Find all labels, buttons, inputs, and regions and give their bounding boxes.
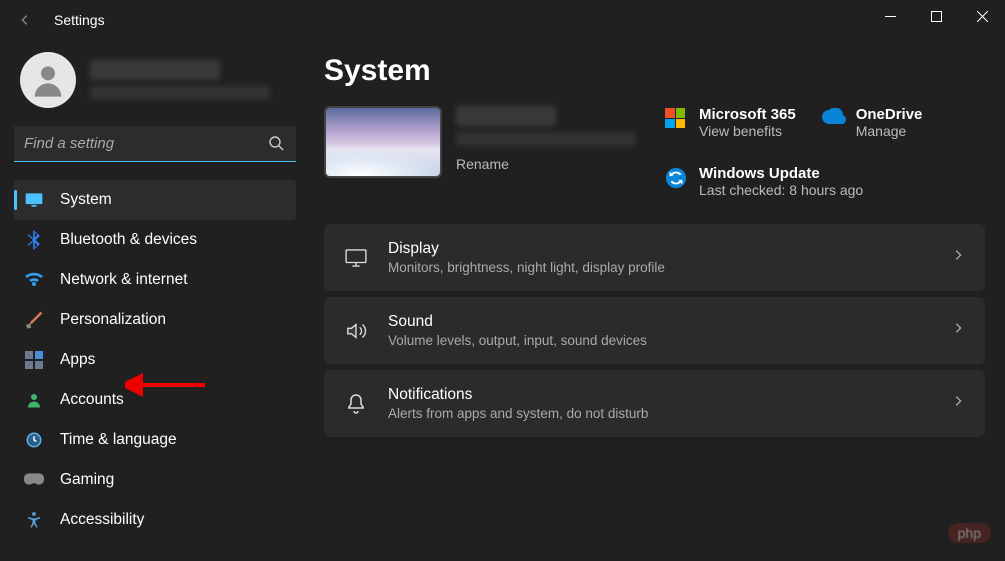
tile-title: Windows Update: [699, 165, 863, 182]
window-title: Settings: [54, 12, 105, 28]
card-desc: Volume levels, output, input, sound devi…: [388, 333, 931, 348]
display-icon: [344, 249, 368, 267]
maximize-button[interactable]: [913, 0, 959, 32]
person-icon: [24, 390, 44, 410]
sidebar-item-network[interactable]: Network & internet: [14, 260, 296, 300]
sidebar-item-gaming[interactable]: Gaming: [14, 460, 296, 500]
chevron-right-icon: [951, 321, 965, 340]
tile-subtitle: Manage: [856, 123, 923, 139]
sound-icon: [344, 321, 368, 341]
sidebar-item-label: Network & internet: [60, 271, 188, 289]
sidebar-item-system[interactable]: System: [14, 180, 296, 220]
tile-onedrive[interactable]: OneDrive Manage: [822, 106, 923, 139]
tile-title: OneDrive: [856, 106, 923, 123]
card-title: Sound: [388, 313, 931, 331]
monitor-icon: [24, 190, 44, 210]
chevron-right-icon: [951, 248, 965, 267]
gamepad-icon: [24, 470, 44, 490]
account-header[interactable]: [14, 40, 296, 126]
sidebar-item-label: Accessibility: [60, 511, 144, 529]
sidebar-item-label: Personalization: [60, 311, 166, 329]
sidebar: System Bluetooth & devices Network & int…: [0, 40, 310, 561]
account-email-redacted: [90, 86, 270, 100]
pc-name-redacted: [456, 106, 556, 126]
card-sound[interactable]: Sound Volume levels, output, input, soun…: [324, 297, 985, 364]
brush-icon: [24, 310, 44, 330]
apps-icon: [24, 350, 44, 370]
window-controls: [867, 0, 1005, 32]
search-input[interactable]: [14, 126, 296, 162]
minimize-button[interactable]: [867, 0, 913, 32]
sidebar-item-apps[interactable]: Apps: [14, 340, 296, 380]
sidebar-item-label: Accounts: [60, 391, 124, 409]
sidebar-item-time[interactable]: Time & language: [14, 420, 296, 460]
card-notifications[interactable]: Notifications Alerts from apps and syste…: [324, 370, 985, 437]
card-display[interactable]: Display Monitors, brightness, night ligh…: [324, 224, 985, 291]
rename-link[interactable]: Rename: [456, 156, 636, 172]
tile-subtitle: Last checked: 8 hours ago: [699, 182, 863, 198]
back-icon[interactable]: [18, 13, 36, 27]
update-icon: [665, 167, 687, 189]
titlebar: Settings: [0, 0, 1005, 40]
bluetooth-icon: [24, 230, 44, 250]
main-content: System Rename Microsoft 365 View b: [310, 40, 1005, 561]
sidebar-item-label: System: [60, 191, 112, 209]
nav-list: System Bluetooth & devices Network & int…: [14, 180, 296, 540]
bell-icon: [344, 393, 368, 415]
sidebar-item-bluetooth[interactable]: Bluetooth & devices: [14, 220, 296, 260]
card-desc: Monitors, brightness, night light, displ…: [388, 260, 931, 275]
chevron-right-icon: [951, 394, 965, 413]
sidebar-item-personalization[interactable]: Personalization: [14, 300, 296, 340]
page-title: System: [324, 54, 985, 88]
clock-icon: [24, 430, 44, 450]
tile-windows-update[interactable]: Windows Update Last checked: 8 hours ago: [665, 165, 945, 198]
watermark-badge: php: [948, 523, 991, 543]
sidebar-item-label: Gaming: [60, 471, 114, 489]
sidebar-item-label: Apps: [60, 351, 95, 369]
tile-title: Microsoft 365: [699, 106, 796, 123]
close-button[interactable]: [959, 0, 1005, 32]
wifi-icon: [24, 270, 44, 290]
accessibility-icon: [24, 510, 44, 530]
card-title: Display: [388, 240, 931, 258]
card-desc: Alerts from apps and system, do not dist…: [388, 406, 931, 421]
microsoft-logo-icon: [665, 108, 687, 130]
sidebar-item-accounts[interactable]: Accounts: [14, 380, 296, 420]
sidebar-item-label: Time & language: [60, 431, 177, 449]
desktop-thumbnail: [324, 106, 442, 178]
search-icon: [268, 135, 284, 156]
tile-microsoft365[interactable]: Microsoft 365 View benefits: [665, 106, 796, 139]
pc-card: Rename: [324, 106, 645, 178]
tile-subtitle: View benefits: [699, 123, 796, 139]
onedrive-icon: [822, 108, 844, 130]
account-name-redacted: [90, 60, 220, 80]
sidebar-item-accessibility[interactable]: Accessibility: [14, 500, 296, 540]
sidebar-item-label: Bluetooth & devices: [60, 231, 197, 249]
pc-spec-redacted: [456, 132, 636, 146]
avatar: [20, 52, 76, 108]
card-title: Notifications: [388, 386, 931, 404]
